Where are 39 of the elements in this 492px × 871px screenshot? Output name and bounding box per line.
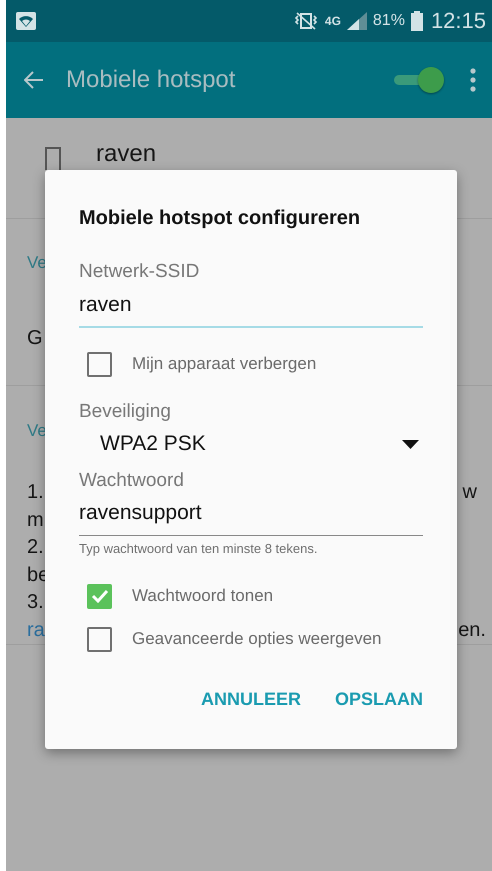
- field-label: Netwerk-SSID: [79, 261, 200, 283]
- dialog-button[interactable]: ANNULEER: [192, 679, 309, 719]
- text-fragment: m: [27, 508, 44, 532]
- section-heading-fragment: Ve: [27, 420, 47, 442]
- network-type: 4G: [324, 15, 341, 27]
- checkbox[interactable]: [87, 584, 112, 608]
- field-label: Wachtwoord: [79, 470, 185, 492]
- checkbox[interactable]: [87, 626, 112, 652]
- checkbox[interactable]: [87, 352, 112, 376]
- back-arrow-icon[interactable]: [24, 71, 44, 89]
- signal-icon: [346, 12, 367, 30]
- dropdown-caret-icon: [402, 440, 419, 448]
- text-fragment: 1.: [27, 480, 44, 505]
- section-heading-fragment: Ve: [27, 252, 47, 274]
- security-dropdown[interactable]: WPA2 PSK: [79, 429, 423, 459]
- clock: 12:15: [430, 8, 486, 34]
- checkbox-label[interactable]: Geavanceerde opties weergeven: [132, 629, 382, 649]
- field-label: Beveiliging: [79, 401, 172, 423]
- dialog-title: Mobiele hotspot configureren: [79, 206, 362, 231]
- more-options-icon[interactable]: [470, 68, 476, 92]
- check-icon: [90, 589, 108, 603]
- text-fragment: en.: [458, 618, 486, 642]
- text-fragment: w: [462, 480, 477, 505]
- password-field[interactable]: ravensupport: [79, 499, 423, 536]
- hotspot-switch[interactable]: [394, 67, 444, 93]
- vibrate-off-icon: [292, 12, 319, 30]
- helper-text: Typ wachtwoord van ten minste 8 tekens.: [79, 541, 318, 557]
- wifi-icon: [16, 12, 36, 30]
- ssid-field[interactable]: raven: [79, 291, 423, 328]
- app-bar-title: Mobiele hotspot: [66, 66, 236, 94]
- text-fragment: 3.: [27, 590, 44, 615]
- dialog-button[interactable]: OPSLAAN: [326, 679, 431, 719]
- checkbox-label[interactable]: Mijn apparaat verbergen: [132, 354, 316, 374]
- text-fragment: 2.: [27, 535, 44, 560]
- battery-percentage: 81%: [372, 12, 405, 30]
- text-fragment: G: [27, 326, 43, 351]
- network-name: raven: [96, 139, 156, 169]
- checkbox-label[interactable]: Wachtwoord tonen: [132, 586, 274, 606]
- battery-icon: [410, 11, 423, 31]
